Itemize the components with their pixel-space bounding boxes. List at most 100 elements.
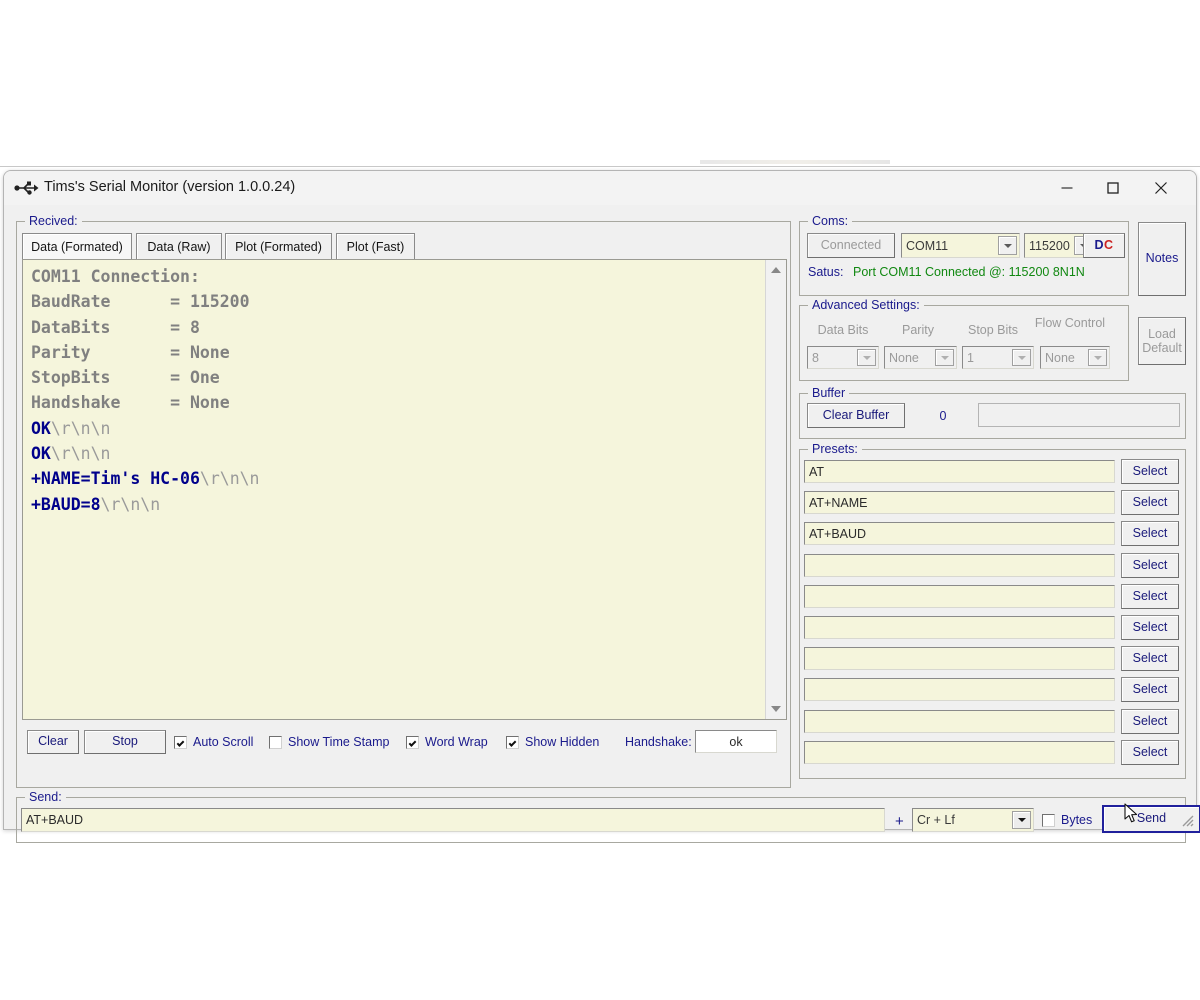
- maximize-button[interactable]: [1090, 171, 1136, 204]
- checkbox-bytes[interactable]: Bytes: [1042, 813, 1092, 827]
- coms-group: Coms: Connected COM11 115200 DC Satus: P…: [799, 221, 1129, 296]
- preset-select-button[interactable]: Select: [1121, 490, 1179, 515]
- preset-select-label: Select: [1133, 746, 1168, 759]
- preset-select-button[interactable]: Select: [1121, 709, 1179, 734]
- terminator-select[interactable]: Cr + Lf: [912, 808, 1034, 832]
- terminal-segment: DataBits = 8: [31, 318, 200, 337]
- checkbox-box[interactable]: [1042, 814, 1055, 827]
- load-default-button[interactable]: LoadDefault: [1138, 317, 1186, 365]
- scroll-up-icon[interactable]: [766, 260, 786, 280]
- preset-input[interactable]: [804, 710, 1115, 733]
- checkbox-box[interactable]: [269, 736, 282, 749]
- buffer-legend: Buffer: [808, 386, 849, 400]
- parity-value: None: [889, 351, 919, 365]
- terminal-segment: +BAUD=8: [31, 495, 101, 514]
- terminal-line: COM11 Connection:: [31, 264, 764, 289]
- flow-control-select[interactable]: None: [1040, 346, 1110, 369]
- send-group: Send: AT+BAUD + Cr + Lf Bytes Send: [16, 797, 1186, 843]
- screen: Tims's Serial Monitor (version 1.0.0.24)…: [0, 0, 1200, 1000]
- dc-button[interactable]: DC: [1083, 233, 1125, 258]
- clear-button[interactable]: Clear: [27, 730, 79, 754]
- preset-select-label: Select: [1133, 683, 1168, 696]
- terminal-line: StopBits = One: [31, 365, 764, 390]
- terminal-segment: StopBits = One: [31, 368, 220, 387]
- checkbox-label: Show Time Stamp: [288, 735, 389, 749]
- tab-label: Data (Raw): [147, 240, 210, 254]
- checkbox-auto-scroll[interactable]: Auto Scroll: [174, 735, 253, 749]
- chevron-down-icon[interactable]: [857, 349, 876, 366]
- resize-grip[interactable]: [1180, 813, 1194, 827]
- background-text-smudge: [700, 160, 890, 164]
- terminal-segment: \r\n\n: [51, 419, 111, 438]
- tab-plot-fast[interactable]: Plot (Fast): [336, 233, 415, 259]
- close-button[interactable]: [1138, 171, 1184, 204]
- presets-group: Presets: ATSelectAT+NAMESelectAT+BAUDSel…: [799, 449, 1186, 779]
- parity-select[interactable]: None: [884, 346, 957, 369]
- preset-select-button[interactable]: Select: [1121, 459, 1179, 484]
- app-window: Tims's Serial Monitor (version 1.0.0.24)…: [3, 170, 1197, 830]
- preset-input[interactable]: AT+BAUD: [804, 522, 1115, 545]
- clear-buffer-button[interactable]: Clear Buffer: [807, 403, 905, 428]
- clear-buffer-label: Clear Buffer: [823, 409, 889, 422]
- tab-plot-formated[interactable]: Plot (Formated): [225, 233, 332, 259]
- status-label: Satus:: [808, 265, 843, 279]
- preset-input[interactable]: [804, 741, 1115, 764]
- checkbox-label: Word Wrap: [425, 735, 488, 749]
- terminal-line: DataBits = 8: [31, 315, 764, 340]
- status-text: Port COM11 Connected @: 115200 8N1N: [853, 265, 1085, 279]
- notes-button[interactable]: Notes: [1138, 222, 1186, 296]
- stop-button[interactable]: Stop: [84, 730, 166, 754]
- parity-label: Parity: [885, 323, 951, 337]
- preset-input[interactable]: AT+NAME: [804, 491, 1115, 514]
- terminal-output[interactable]: COM11 Connection:BaudRate = 115200 DataBi…: [22, 259, 787, 720]
- preset-select-button[interactable]: Select: [1121, 615, 1179, 640]
- preset-input[interactable]: [804, 616, 1115, 639]
- preset-input[interactable]: [804, 554, 1115, 577]
- preset-select-label: Select: [1133, 465, 1168, 478]
- send-input[interactable]: AT+BAUD: [21, 808, 885, 832]
- tab-data-formated[interactable]: Data (Formated): [22, 233, 132, 259]
- data-bits-select[interactable]: 8: [807, 346, 879, 369]
- dc-label-d: D: [1094, 239, 1104, 252]
- preset-select-label: Select: [1133, 590, 1168, 603]
- terminator-value: Cr + Lf: [917, 813, 955, 827]
- preset-select-button[interactable]: Select: [1121, 521, 1179, 546]
- terminal-scrollbar[interactable]: [765, 260, 786, 719]
- scroll-down-icon[interactable]: [766, 699, 786, 719]
- preset-input[interactable]: [804, 678, 1115, 701]
- chevron-down-icon[interactable]: [1012, 349, 1031, 366]
- preset-select-button[interactable]: Select: [1121, 677, 1179, 702]
- preset-input[interactable]: [804, 585, 1115, 608]
- chevron-down-icon[interactable]: [998, 236, 1017, 255]
- stop-bits-select[interactable]: 1: [962, 346, 1034, 369]
- terminal-line: BaudRate = 115200: [31, 289, 764, 314]
- preset-input[interactable]: [804, 647, 1115, 670]
- terminal-segment: Handshake = None: [31, 393, 230, 412]
- checkbox-show-time-stamp[interactable]: Show Time Stamp: [269, 735, 389, 749]
- preset-select-button[interactable]: Select: [1121, 740, 1179, 765]
- port-select[interactable]: COM11: [901, 233, 1020, 258]
- preset-select-button[interactable]: Select: [1121, 584, 1179, 609]
- preset-select-button[interactable]: Select: [1121, 553, 1179, 578]
- preset-input[interactable]: AT: [804, 460, 1115, 483]
- chevron-down-icon[interactable]: [1012, 811, 1031, 829]
- checkbox-box[interactable]: [174, 736, 187, 749]
- preset-select-label: Select: [1133, 652, 1168, 665]
- preset-select-label: Select: [1133, 559, 1168, 572]
- chevron-down-icon[interactable]: [1088, 349, 1107, 366]
- terminal-segment: OK: [31, 444, 51, 463]
- buffer-progress: [978, 403, 1180, 427]
- connected-button[interactable]: Connected: [807, 233, 895, 258]
- checkbox-word-wrap[interactable]: Word Wrap: [406, 735, 488, 749]
- chevron-down-icon[interactable]: [935, 349, 954, 366]
- checkbox-box[interactable]: [406, 736, 419, 749]
- buffer-group: Buffer Clear Buffer 0: [799, 393, 1186, 439]
- preset-select-button[interactable]: Select: [1121, 646, 1179, 671]
- minimize-button[interactable]: [1044, 171, 1090, 204]
- checkbox-box[interactable]: [506, 736, 519, 749]
- preset-select-label: Select: [1133, 527, 1168, 540]
- tab-data-raw[interactable]: Data (Raw): [136, 233, 222, 259]
- terminal-segment: \r\n\n: [101, 495, 161, 514]
- checkbox-show-hidden[interactable]: Show Hidden: [506, 735, 599, 749]
- preset-select-label: Select: [1133, 496, 1168, 509]
